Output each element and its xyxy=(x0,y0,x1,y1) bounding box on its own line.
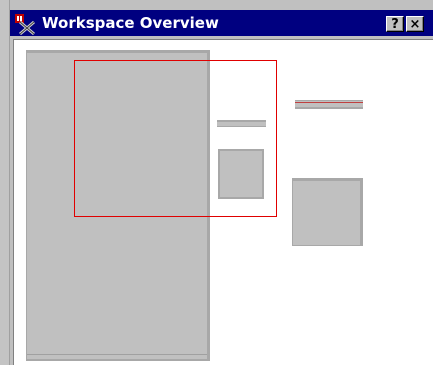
thumbnail-status-line xyxy=(27,354,207,355)
help-button[interactable]: ? xyxy=(386,16,404,32)
thumbnail-accent-line xyxy=(295,102,363,103)
window-thumbnail-bar-right[interactable] xyxy=(295,100,363,109)
window-thumbnail-box-right[interactable] xyxy=(292,178,363,246)
window-frame-edge xyxy=(0,0,10,365)
window-title: Workspace Overview xyxy=(42,14,219,32)
overview-app-icon[interactable] xyxy=(14,13,36,36)
viewport-rectangle[interactable] xyxy=(74,60,277,217)
overview-canvas[interactable] xyxy=(13,39,433,365)
title-bar[interactable]: Workspace Overview ? × xyxy=(10,10,433,36)
overview-window: Workspace Overview ? × xyxy=(0,0,433,365)
close-button[interactable]: × xyxy=(406,16,424,32)
